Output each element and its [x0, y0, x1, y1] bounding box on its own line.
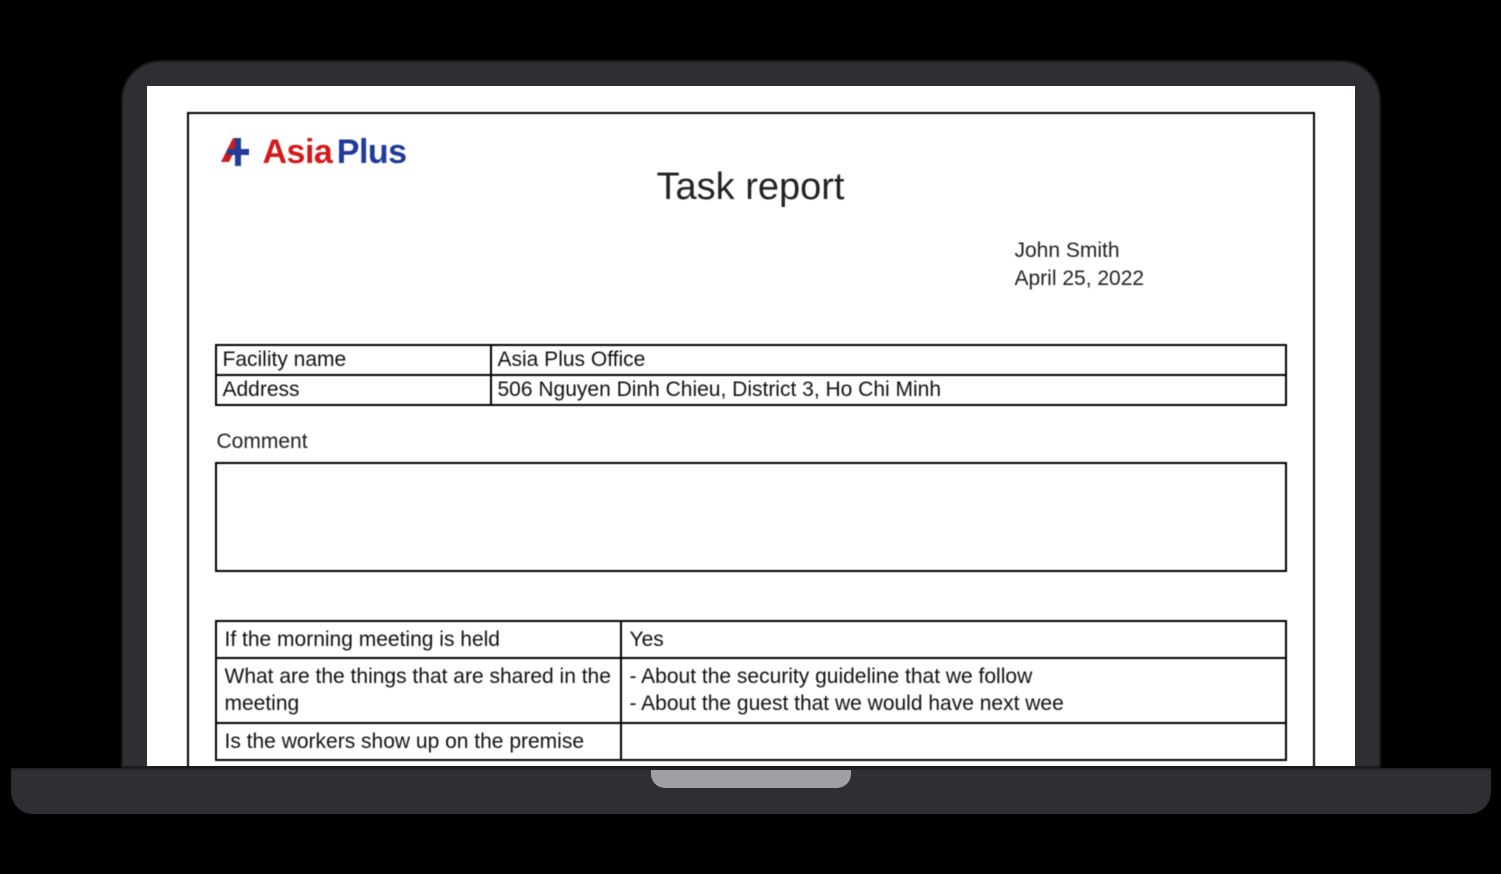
qa-question: What are the things that are shared in t…: [216, 658, 621, 723]
info-label: Address: [216, 375, 491, 405]
document-meta: John Smith April 25, 2022: [1015, 237, 1287, 294]
table-row: What are the things that are shared in t…: [216, 658, 1286, 723]
report-date: April 25, 2022: [1015, 265, 1287, 293]
qa-table: If the morning meeting is held Yes What …: [215, 620, 1287, 761]
table-row: Facility name Asia Plus Office: [216, 345, 1286, 375]
info-value: 506 Nguyen Dinh Chieu, District 3, Ho Ch…: [491, 375, 1286, 405]
logo-text-plus: Plus: [337, 133, 407, 171]
table-row: Address 506 Nguyen Dinh Chieu, District …: [216, 375, 1286, 405]
document-title: Task report: [215, 166, 1287, 209]
laptop-screen-frame: Asia Plus Task report John Smith April 2…: [121, 60, 1381, 768]
table-row: If the morning meeting is held Yes: [216, 621, 1286, 658]
document-inner: Asia Plus Task report John Smith April 2…: [187, 112, 1315, 766]
qa-question: If the morning meeting is held: [216, 621, 621, 658]
qa-answer: - About the security guideline that we f…: [621, 658, 1286, 723]
comment-box: [215, 462, 1287, 572]
info-label: Facility name: [216, 345, 491, 375]
info-value: Asia Plus Office: [491, 345, 1286, 375]
info-table: Facility name Asia Plus Office Address 5…: [215, 344, 1287, 406]
laptop-notch: [651, 770, 851, 788]
laptop-mockup: Asia Plus Task report John Smith April 2…: [121, 60, 1381, 814]
qa-question: Is the workers show up on the premise: [216, 723, 621, 760]
comment-label: Comment: [215, 430, 1287, 454]
logo-icon: [215, 132, 255, 172]
laptop-base: [11, 768, 1491, 814]
author-name: John Smith: [1015, 237, 1287, 265]
table-row: Is the workers show up on the premise: [216, 723, 1286, 760]
document: Asia Plus Task report John Smith April 2…: [147, 86, 1355, 766]
qa-answer: [621, 723, 1286, 760]
laptop-screen: Asia Plus Task report John Smith April 2…: [147, 86, 1355, 766]
qa-answer: Yes: [621, 621, 1286, 658]
logo-text-asia: Asia: [263, 133, 333, 171]
